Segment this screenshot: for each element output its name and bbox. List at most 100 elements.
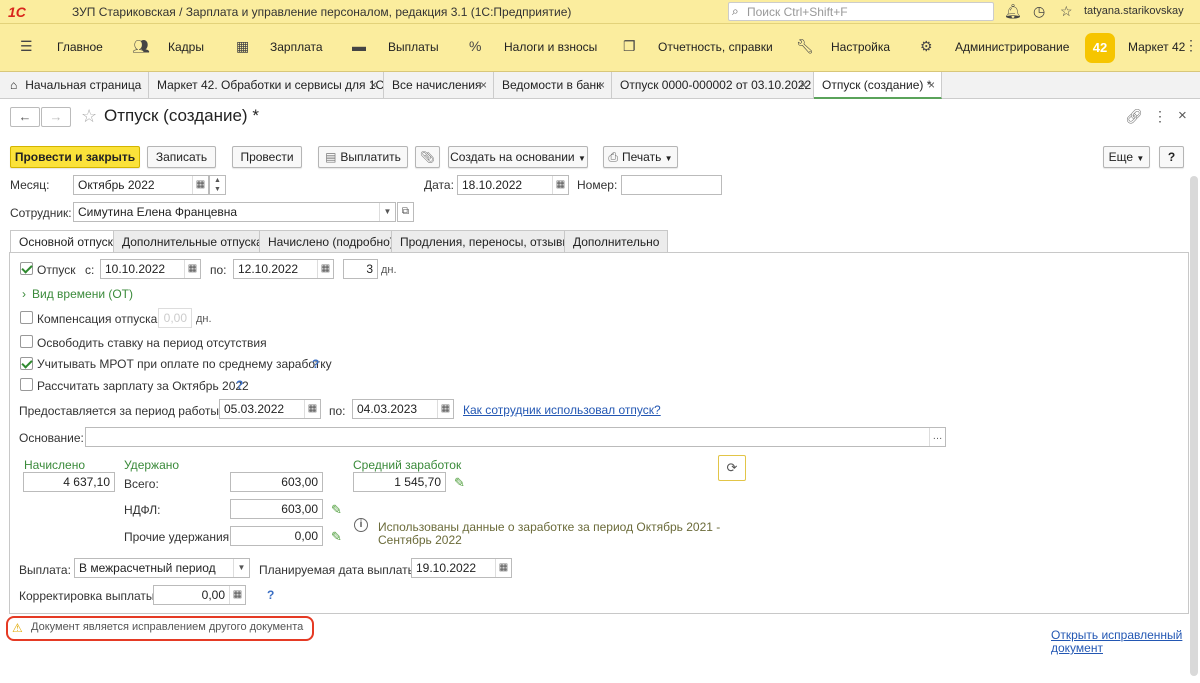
work-to-field[interactable]: 04.03.2023 ▦: [352, 399, 454, 419]
tab-bank-statements[interactable]: Ведомости в банк ×: [494, 72, 612, 99]
ndfl-field[interactable]: 603,00: [230, 499, 323, 519]
edit-pencil-icon[interactable]: ✎: [454, 475, 465, 491]
vacation-usage-link[interactable]: Как сотрудник использовал отпуск?: [463, 403, 661, 417]
close-icon[interactable]: ×: [928, 78, 935, 92]
other-withholdings-field[interactable]: 0,00: [230, 526, 323, 546]
help-button[interactable]: ?: [1159, 146, 1184, 168]
employee-field[interactable]: Симутина Елена Францевна ▼: [73, 202, 396, 222]
save-button[interactable]: Записать: [147, 146, 216, 168]
bell-icon[interactable]: 🔔︎: [1004, 3, 1022, 20]
menu-item-main[interactable]: Главное: [57, 40, 103, 54]
tab-vacation-create[interactable]: Отпуск (создание) * ×: [814, 72, 942, 99]
open-corrected-link-line2[interactable]: документ: [1051, 641, 1103, 655]
more-button[interactable]: Еще ▼: [1103, 146, 1150, 168]
total-field[interactable]: 603,00: [230, 472, 323, 492]
ellipsis-icon[interactable]: …: [929, 428, 945, 446]
dropdown-arrow-icon[interactable]: ▼: [379, 203, 395, 221]
menu-item-hr[interactable]: Кадры: [168, 40, 204, 54]
work-from-field[interactable]: 05.03.2022 ▦: [219, 399, 321, 419]
warning-icon: ⚠: [12, 621, 23, 635]
favorite-star-icon[interactable]: ☆: [81, 106, 97, 127]
time-type-expander[interactable]: › Вид времени (ОТ): [22, 287, 133, 301]
correction-field[interactable]: 0,00 ▦: [153, 585, 246, 605]
calendar-icon[interactable]: ▦: [304, 400, 320, 418]
pay-label: Выплатить: [340, 150, 401, 164]
tab-label: Все начисления: [392, 78, 482, 92]
menu-item-admin[interactable]: Администрирование: [955, 40, 1069, 54]
payment-select[interactable]: В межрасчетный период ▼: [74, 558, 250, 578]
help-question-icon[interactable]: ?: [267, 588, 274, 602]
tab-additional-vacations[interactable]: Дополнительные отпуска: [113, 230, 272, 252]
compensation-checkbox[interactable]: [20, 311, 33, 324]
close-icon[interactable]: ×: [370, 78, 377, 92]
calendar-icon[interactable]: ▦: [437, 400, 453, 418]
plan-date-field[interactable]: 19.10.2022 ▦: [411, 558, 512, 578]
tab-home[interactable]: ⌂ Начальная страница: [0, 72, 149, 99]
open-employee-button[interactable]: ⧉: [397, 202, 414, 222]
tab-additional[interactable]: Дополнительно: [564, 230, 669, 252]
average-earnings-field[interactable]: 1 545,70: [353, 472, 446, 492]
vacation-checkbox[interactable]: [20, 262, 33, 275]
history-icon[interactable]: ◷: [1033, 3, 1045, 20]
compensation-days-field[interactable]: 0,00: [158, 308, 192, 328]
vacation-from-field[interactable]: 10.10.2022 ▦: [100, 259, 201, 279]
post-and-close-button[interactable]: Провести и закрыть: [10, 146, 140, 168]
help-question-icon[interactable]: ?: [236, 378, 243, 392]
close-icon[interactable]: ×: [480, 78, 487, 92]
edit-pencil-icon[interactable]: ✎: [331, 529, 342, 545]
menu-item-payments[interactable]: Выплаты: [388, 40, 439, 54]
more-vertical-icon[interactable]: ⋮: [1184, 37, 1198, 54]
menu-icon[interactable]: ☰: [20, 38, 33, 55]
basis-field[interactable]: …: [85, 427, 946, 447]
more-vertical-icon[interactable]: ⋮: [1153, 108, 1167, 125]
calendar-icon[interactable]: ▦: [552, 176, 568, 194]
create-based-on-button[interactable]: Создать на основании ▼: [448, 146, 588, 168]
print-button[interactable]: ⎙ Печать ▼: [603, 146, 678, 168]
forward-button[interactable]: →: [41, 107, 71, 127]
menu-item-reports[interactable]: Отчетность, справки: [658, 40, 773, 54]
search-input[interactable]: ⌕ Поиск Ctrl+Shift+F: [728, 2, 994, 21]
calendar-icon[interactable]: ▦: [317, 260, 333, 278]
calendar-icon[interactable]: ▦: [495, 559, 511, 577]
tab-extensions[interactable]: Продления, переносы, отзывы: [391, 230, 581, 252]
vacation-days-field[interactable]: 3: [343, 259, 378, 279]
date-field[interactable]: 18.10.2022 ▦: [457, 175, 569, 195]
menu-item-market42[interactable]: Маркет 42: [1128, 40, 1185, 54]
close-icon[interactable]: ×: [800, 78, 807, 92]
market42-badge-icon[interactable]: 42: [1085, 33, 1115, 63]
tab-accrued-detail[interactable]: Начислено (подробно): [259, 230, 403, 252]
mrot-checkbox[interactable]: [20, 357, 33, 370]
free-rate-checkbox[interactable]: [20, 335, 33, 348]
vertical-scrollbar[interactable]: [1190, 176, 1198, 676]
post-button[interactable]: Провести: [232, 146, 302, 168]
help-question-icon[interactable]: ?: [312, 357, 319, 371]
tab-all-accruals[interactable]: Все начисления ×: [384, 72, 494, 99]
accrued-field[interactable]: 4 637,10: [23, 472, 115, 492]
number-field[interactable]: [621, 175, 722, 195]
tab-market42[interactable]: Маркет 42. Обработки и сервисы для 1С ×: [149, 72, 384, 99]
open-corrected-link-line1[interactable]: Открыть исправленный: [1051, 628, 1182, 642]
tab-main-vacation[interactable]: Основной отпуск: [10, 230, 122, 253]
menu-item-salary[interactable]: Зарплата: [270, 40, 323, 54]
user-name[interactable]: tatyana.starikovskay: [1084, 5, 1184, 17]
calculator-icon[interactable]: ▦: [229, 586, 245, 604]
back-button[interactable]: ←: [10, 107, 40, 127]
attach-button[interactable]: 📎︎: [415, 146, 440, 168]
star-icon[interactable]: ☆: [1060, 3, 1073, 20]
calendar-icon[interactable]: ▦: [184, 260, 200, 278]
vacation-to-field[interactable]: 12.10.2022 ▦: [233, 259, 334, 279]
menu-item-taxes[interactable]: Налоги и взносы: [504, 40, 597, 54]
refresh-button[interactable]: ⟳: [718, 455, 746, 481]
menu-item-settings[interactable]: Настройка: [831, 40, 890, 54]
calc-salary-checkbox[interactable]: [20, 378, 33, 391]
month-stepper[interactable]: ▲ ▼: [209, 175, 226, 195]
link-icon[interactable]: 🔗︎: [1125, 108, 1143, 125]
close-icon[interactable]: ×: [1178, 107, 1187, 124]
calendar-icon[interactable]: ▦: [192, 176, 208, 194]
month-field[interactable]: Октябрь 2022 ▦: [73, 175, 209, 195]
tab-vacation-doc[interactable]: Отпуск 0000-000002 от 03.10.2022 ×: [612, 72, 814, 99]
close-icon[interactable]: ×: [598, 78, 605, 92]
pay-button[interactable]: ▤ Выплатить: [318, 146, 408, 168]
edit-pencil-icon[interactable]: ✎: [331, 502, 342, 518]
dropdown-arrow-icon[interactable]: ▼: [233, 559, 249, 577]
